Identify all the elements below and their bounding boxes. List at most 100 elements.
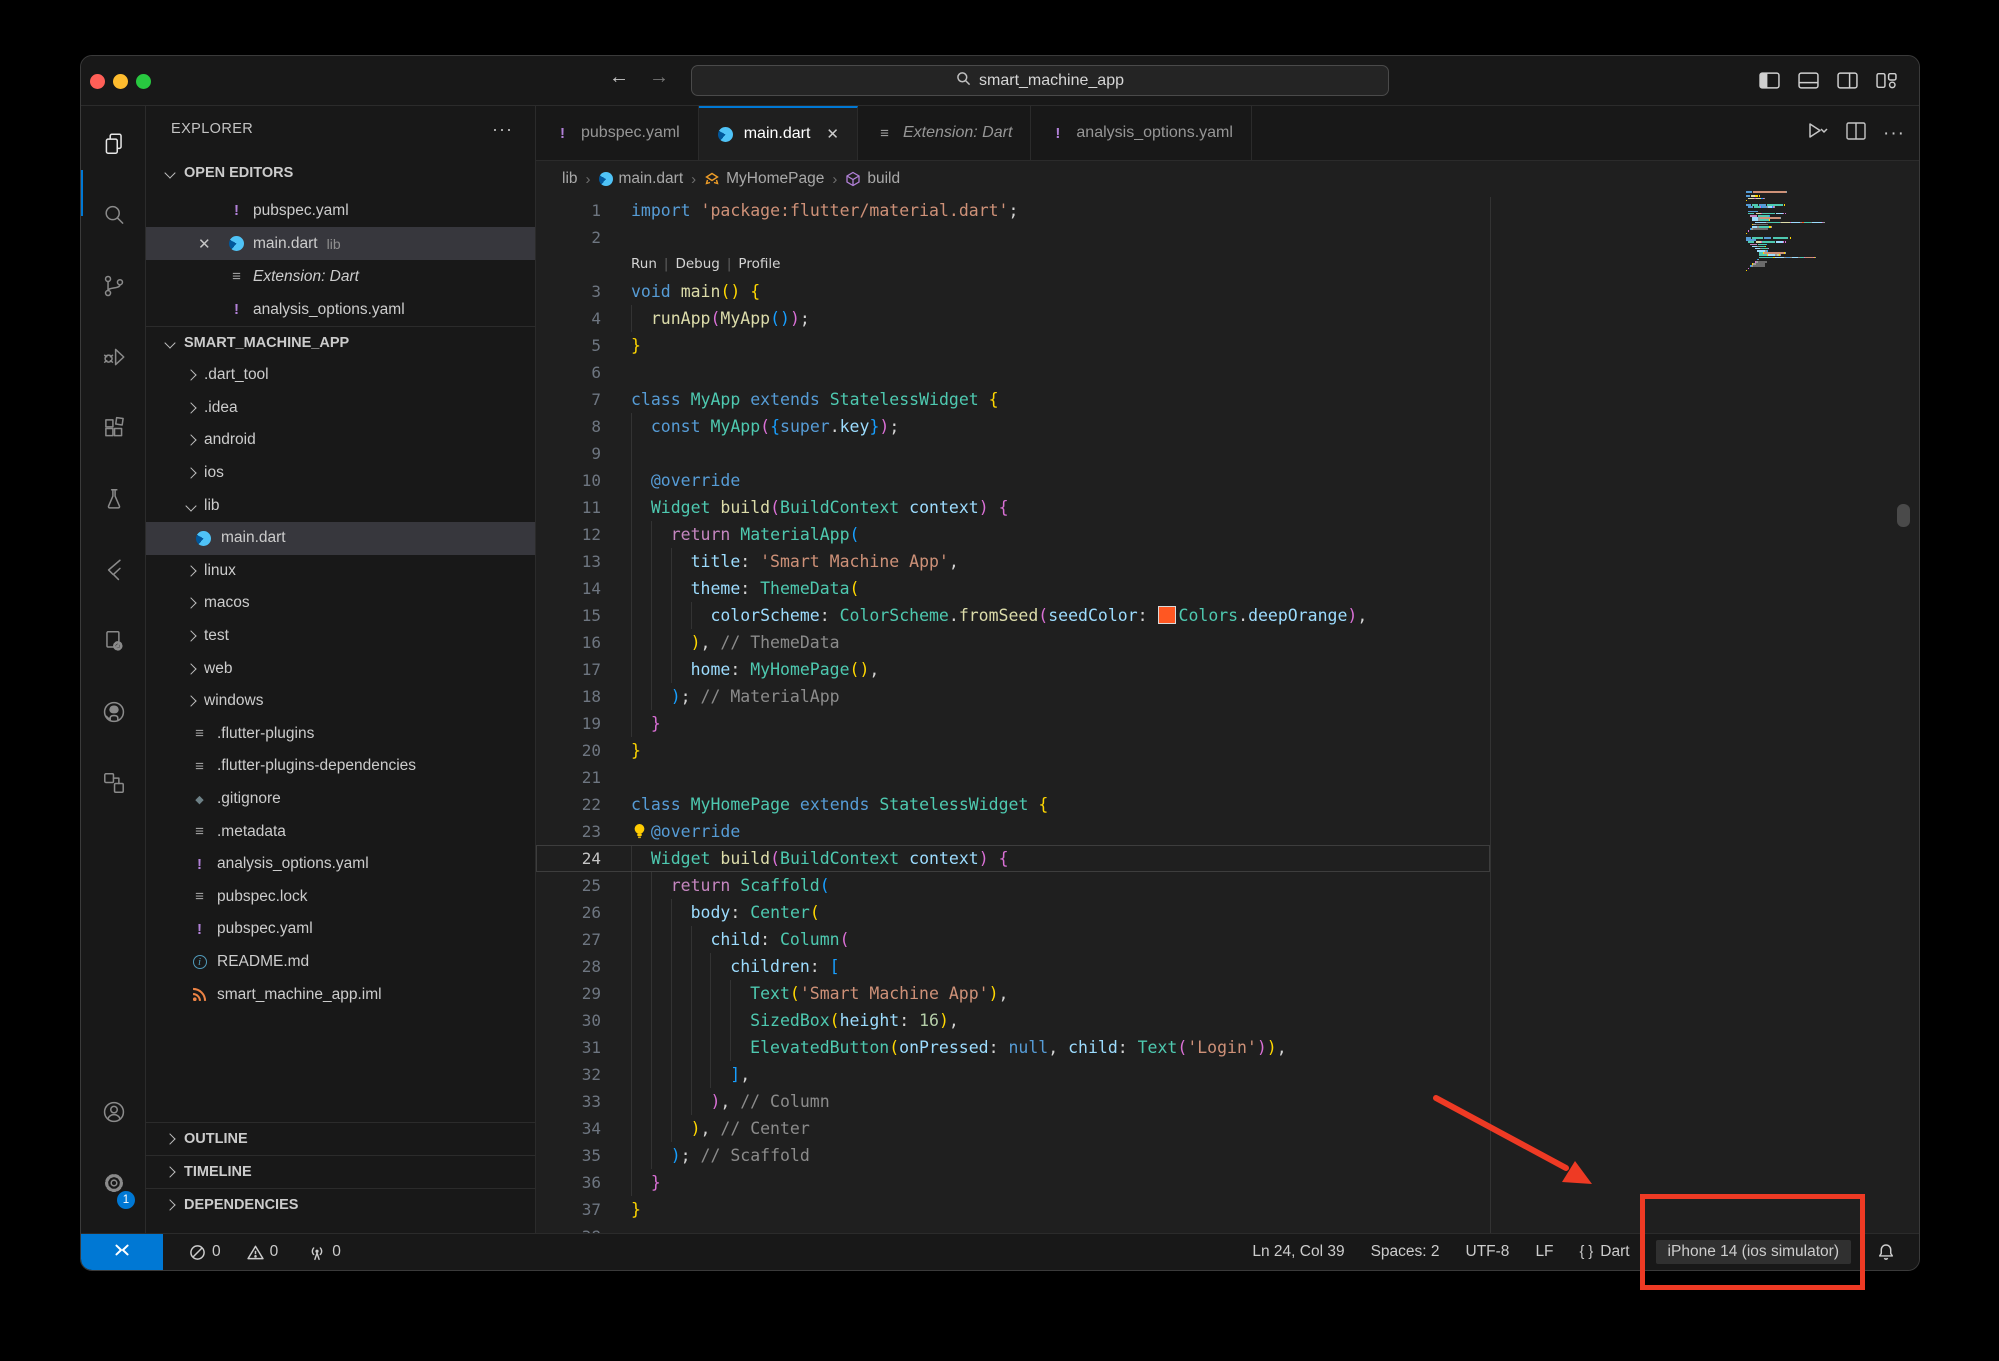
status-item-errors[interactable]: 0: [189, 1243, 221, 1261]
close-tab-icon[interactable]: ✕: [826, 125, 839, 143]
tree-file-.flutter-plugins-dependencies[interactable]: ≡.flutter-plugins-dependencies: [146, 750, 535, 783]
code-area[interactable]: 1import 'package:flutter/material.dart';…: [536, 197, 1919, 1233]
code-line-content: @override: [631, 467, 1919, 494]
activity-settings-icon[interactable]: 1: [81, 1155, 146, 1211]
section-dependencies[interactable]: DEPENDENCIES: [146, 1188, 535, 1221]
breadcrumb-item-build[interactable]: build: [845, 170, 900, 188]
tab-pubspec-yaml[interactable]: !pubspec.yaml: [536, 106, 699, 160]
activity-source-control-icon[interactable]: [81, 258, 146, 314]
explorer-more-actions-button[interactable]: ···: [492, 119, 513, 140]
minimize-window-button[interactable]: [113, 74, 128, 89]
status-item-language[interactable]: { }Dart: [1580, 1243, 1630, 1261]
section-outline[interactable]: OUTLINE: [146, 1122, 535, 1155]
code-line-29: 29Text('Smart Machine App'),: [536, 980, 1919, 1007]
close-window-button[interactable]: [90, 74, 105, 89]
scrollbar-thumb[interactable]: [1897, 504, 1910, 527]
remote-indicator[interactable]: [81, 1234, 163, 1270]
activity-remote-explorer-icon[interactable]: [81, 755, 146, 811]
tree-item-label: .flutter-plugins: [217, 725, 314, 743]
breadcrumb-item-myhomepage[interactable]: MyHomePage: [704, 170, 824, 188]
tree-file-smart_machine_app.iml[interactable]: smart_machine_app.iml: [146, 978, 535, 1011]
activity-accounts-icon[interactable]: [81, 1084, 146, 1140]
toggle-sidebar-button[interactable]: [1759, 72, 1780, 89]
split-editor-button[interactable]: [1846, 122, 1866, 145]
indent-guide: [651, 980, 671, 1007]
open-editor-item[interactable]: ✕main.dartlib: [146, 227, 535, 260]
navigate-forward-button[interactable]: →: [649, 66, 669, 89]
tab-extension-dart[interactable]: ≡Extension: Dart: [858, 106, 1031, 160]
toggle-panel-button[interactable]: [1798, 72, 1819, 89]
navigate-back-button[interactable]: ←: [609, 66, 629, 89]
rss-icon: [191, 987, 208, 1002]
code-line-6: 6: [536, 359, 1919, 386]
minimap[interactable]: [1746, 191, 1866, 274]
activity-runner-icon[interactable]: [81, 613, 146, 669]
traffic-lights: [90, 74, 151, 89]
tree-file-.metadata[interactable]: ≡.metadata: [146, 815, 535, 848]
tree-folder-linux[interactable]: linux: [146, 555, 535, 588]
tree-file-pubspec.lock[interactable]: ≡pubspec.lock: [146, 881, 535, 914]
code-line-12: 12return MaterialApp(: [536, 521, 1919, 548]
tree-folder-macos[interactable]: macos: [146, 587, 535, 620]
line-number: 6: [536, 359, 601, 386]
status-item-broadcasts[interactable]: 0: [308, 1243, 341, 1261]
open-editor-label: Extension: Dart: [253, 268, 359, 286]
run-or-debug-button[interactable]: [1805, 120, 1829, 147]
open-editor-item[interactable]: !pubspec.yaml: [146, 194, 535, 227]
zoom-window-button[interactable]: [136, 74, 151, 89]
open-editor-item[interactable]: !analysis_options.yaml: [146, 293, 535, 326]
tree-folder-.dart_tool[interactable]: .dart_tool: [146, 359, 535, 392]
section-timeline[interactable]: TIMELINE: [146, 1155, 535, 1188]
tree-folder-.idea[interactable]: .idea: [146, 392, 535, 425]
tree-file-.flutter-plugins[interactable]: ≡.flutter-plugins: [146, 718, 535, 751]
tree-folder-windows[interactable]: windows: [146, 685, 535, 718]
lightbulb-icon[interactable]: [631, 818, 651, 845]
activity-testing-icon[interactable]: [81, 471, 146, 527]
chevron-right-icon: [185, 565, 196, 576]
codelens-profile-link[interactable]: Profile: [738, 256, 780, 272]
color-swatch[interactable]: [1158, 606, 1176, 624]
tree-file-.gitignore[interactable]: ◆.gitignore: [146, 783, 535, 816]
activity-search-icon[interactable]: [81, 187, 146, 243]
tree-folder-android[interactable]: android: [146, 424, 535, 457]
code-line-8: 8const MyApp({super.key});: [536, 413, 1919, 440]
activity-github-icon[interactable]: [81, 684, 146, 740]
breadcrumb-item-main.dart[interactable]: main.dart: [599, 170, 684, 188]
tree-folder-web[interactable]: web: [146, 652, 535, 685]
breadcrumb-item-lib[interactable]: lib: [562, 170, 578, 188]
indent-guide: [710, 1034, 730, 1061]
status-item-cursor-position[interactable]: Ln 24, Col 39: [1252, 1243, 1344, 1261]
codelens-debug-link[interactable]: Debug: [675, 256, 719, 272]
codelens-run-link[interactable]: Run: [631, 256, 657, 272]
activity-flutter-icon[interactable]: [81, 542, 146, 598]
tree-file-pubspec.yaml[interactable]: !pubspec.yaml: [146, 913, 535, 946]
status-item-encoding[interactable]: UTF-8: [1466, 1243, 1510, 1261]
tree-folder-test[interactable]: test: [146, 620, 535, 653]
open-editors-header[interactable]: OPEN EDITORS: [146, 152, 535, 194]
more-actions-button[interactable]: ···: [1883, 123, 1905, 145]
tree-folder-ios[interactable]: ios: [146, 457, 535, 490]
tree-file-analysis_options.yaml[interactable]: !analysis_options.yaml: [146, 848, 535, 881]
open-editor-item[interactable]: ≡Extension: Dart: [146, 260, 535, 293]
command-center-search[interactable]: smart_machine_app: [691, 65, 1389, 96]
activity-explorer-icon[interactable]: [81, 116, 146, 172]
code-line-content: title: 'Smart Machine App',: [631, 548, 1919, 575]
status-item-indentation[interactable]: Spaces: 2: [1371, 1243, 1440, 1261]
code-line-content: ],: [631, 1061, 1919, 1088]
close-editor-icon[interactable]: ✕: [198, 235, 211, 253]
tree-folder-lib[interactable]: lib: [146, 489, 535, 522]
tree-file-README.md[interactable]: iREADME.md: [146, 946, 535, 979]
customize-layout-button[interactable]: [1876, 72, 1897, 89]
activity-extensions-icon[interactable]: [81, 400, 146, 456]
status-item-notifications[interactable]: [1877, 1243, 1895, 1261]
tree-file-main.dart[interactable]: main.dart: [146, 522, 535, 555]
chevron-right-icon: [164, 1133, 175, 1144]
project-section-header[interactable]: SMART_MACHINE_APP: [146, 326, 535, 359]
indent-guide: [631, 1061, 651, 1088]
tab-analysis-options-yaml[interactable]: !analysis_options.yaml: [1031, 106, 1252, 160]
tab-main-dart[interactable]: main.dart✕: [699, 106, 858, 160]
status-item-warnings[interactable]: 0: [247, 1243, 279, 1261]
activity-run-debug-icon[interactable]: [81, 329, 146, 385]
toggle-secondary-sidebar-button[interactable]: [1837, 72, 1858, 89]
status-item-eol[interactable]: LF: [1535, 1243, 1553, 1261]
